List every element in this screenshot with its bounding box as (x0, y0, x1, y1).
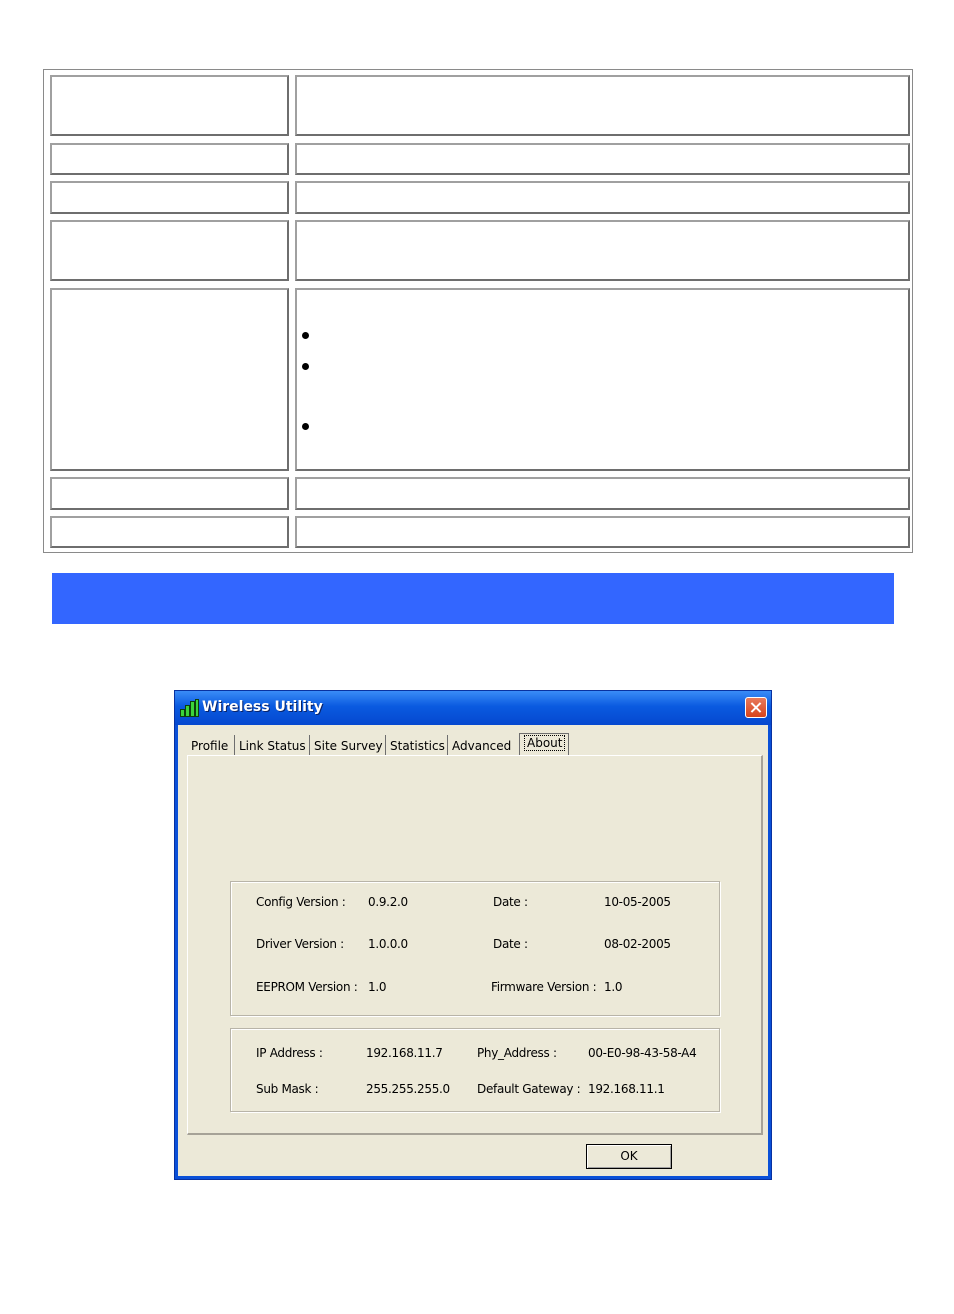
table-row-6-value-cell (295, 477, 910, 510)
signal-icon (180, 699, 199, 717)
table-row-3-label-cell (50, 181, 289, 214)
table-row-2-label-cell (50, 143, 289, 175)
table-row-7-value-cell (295, 516, 910, 548)
phy-address-value: 00-E0-98-43-58-A4 (588, 1046, 697, 1060)
table-row-5-label-cell (50, 288, 289, 471)
tab-statistics[interactable]: Statistics (386, 735, 448, 757)
info-table (43, 69, 913, 553)
tab-profile[interactable]: Profile (187, 735, 235, 757)
table-row-5-value-cell (295, 288, 910, 471)
bullet-2 (302, 363, 309, 370)
tab-profile-label: Profile (191, 739, 229, 753)
about-panel: Config Version : 0.9.2.0 Date : 10-05-20… (187, 755, 763, 1135)
ip-address-value: 192.168.11.7 (366, 1046, 443, 1060)
title-bar[interactable]: Wireless Utility (175, 691, 771, 725)
config-version-value: 0.9.2.0 (368, 895, 408, 909)
sub-mask-label: Sub Mask : (256, 1082, 319, 1096)
sub-mask-value: 255.255.255.0 (366, 1082, 450, 1096)
version-info-group: Config Version : 0.9.2.0 Date : 10-05-20… (230, 881, 720, 1016)
section-banner (52, 573, 894, 624)
ok-button[interactable]: OK (586, 1144, 672, 1169)
config-date-label: Date : (493, 895, 528, 909)
tab-link-status[interactable]: Link Status (235, 735, 310, 757)
table-row-7-label-cell (50, 516, 289, 548)
bullet-1 (302, 332, 309, 339)
bullet-3 (302, 423, 309, 430)
table-row-1-value-cell (295, 75, 910, 136)
driver-version-value: 1.0.0.0 (368, 937, 408, 951)
driver-date-value: 08-02-2005 (604, 937, 671, 951)
table-row-1-label-cell (50, 75, 289, 136)
tab-about-label: About (524, 735, 566, 751)
close-icon[interactable] (745, 697, 767, 718)
tab-about[interactable]: About (519, 733, 569, 755)
tab-advanced-label: Advanced (452, 739, 512, 753)
default-gateway-value: 192.168.11.1 (588, 1082, 665, 1096)
driver-version-label: Driver Version : (256, 937, 344, 951)
driver-date-label: Date : (493, 937, 528, 951)
table-row-3-value-cell (295, 181, 910, 214)
firmware-version-label: Firmware Version : (491, 980, 597, 994)
eeprom-version-value: 1.0 (368, 980, 387, 994)
phy-address-label: Phy_Address : (477, 1046, 557, 1060)
firmware-version-value: 1.0 (604, 980, 623, 994)
network-info-group: IP Address : 192.168.11.7 Phy_Address : … (230, 1028, 720, 1112)
window-client-area: Profile Link Status Site Survey Statisti… (178, 725, 768, 1176)
tab-statistics-label: Statistics (390, 739, 445, 753)
ip-address-label: IP Address : (256, 1046, 323, 1060)
default-gateway-label: Default Gateway : (477, 1082, 581, 1096)
tab-advanced[interactable]: Advanced (448, 735, 520, 757)
tab-link-status-label: Link Status (239, 739, 306, 753)
table-row-4-label-cell (50, 220, 289, 281)
eeprom-version-label: EEPROM Version : (256, 980, 358, 994)
config-version-label: Config Version : (256, 895, 346, 909)
tab-site-survey-label: Site Survey (314, 739, 383, 753)
table-row-2-value-cell (295, 143, 910, 175)
table-row-6-label-cell (50, 477, 289, 510)
table-row-4-value-cell (295, 220, 910, 281)
wireless-utility-window: Wireless Utility Profile Link Status Sit… (174, 690, 772, 1180)
tab-site-survey[interactable]: Site Survey (310, 735, 386, 757)
window-title: Wireless Utility (202, 699, 323, 715)
config-date-value: 10-05-2005 (604, 895, 671, 909)
